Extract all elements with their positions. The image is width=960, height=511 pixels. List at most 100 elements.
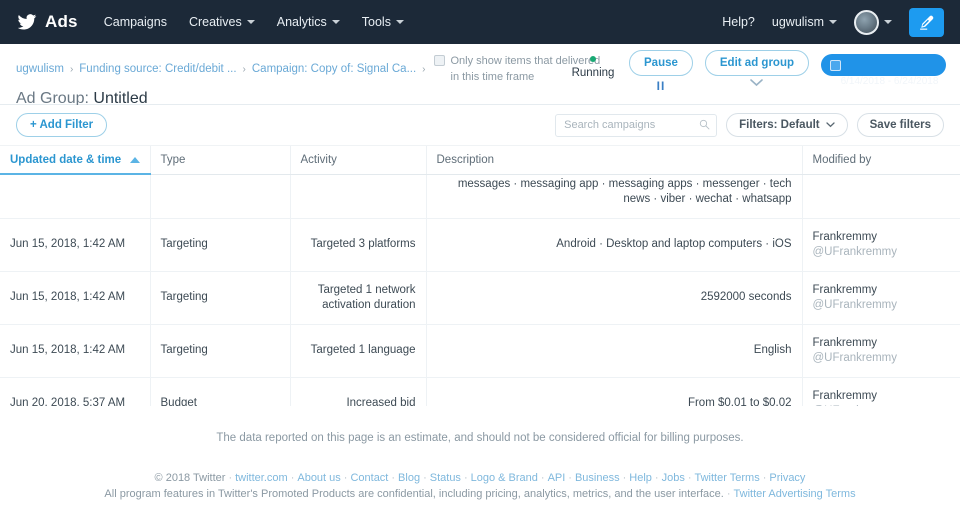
column-header-type-label: Type [160,154,186,167]
footer-copyright: © 2018 Twitter [154,472,226,484]
nav-item-tools[interactable]: Tools [362,15,404,29]
footer-legal-line: All program features in Twitter's Promot… [0,486,960,502]
nav-item-creatives-label: Creatives [188,15,242,29]
breadcrumb-item-funding-source[interactable]: Funding source: Credit/debit ... [79,63,236,75]
footer-legal-text: All program features in Twitter's Promot… [104,488,724,500]
date-range-button[interactable] [821,54,946,76]
cell-description: messages · messaging app · messaging app… [426,174,803,219]
footer-separator: · [687,472,692,484]
column-header-modified-by-label: Modified by [812,154,872,167]
chevron-down-icon [246,20,255,24]
footer-link-jobs[interactable]: Jobs [662,472,685,484]
table-body: messages · messaging app · messaging app… [0,174,960,406]
cell-description: Android · Desktop and laptop computers ·… [426,218,803,272]
nav-item-analytics[interactable]: Analytics [277,15,340,29]
chevron-down-icon [750,79,764,87]
filter-toolbar-right: Filters: Default Save filters [555,113,944,137]
column-header-updated-date-label: Updated date & time [10,154,122,166]
cell-modified-by-handle: @UFrankremmy [812,298,898,311]
table-row[interactable]: Jun 15, 2018, 1:42 AM Targeting Targeted… [0,271,960,325]
cell-modified-by: Frankremmy @UFrankremmy [802,377,960,406]
chevron-down-icon [829,20,837,24]
column-header-updated-date[interactable]: Updated date & time [0,146,151,175]
footer-link-api[interactable]: API [548,472,566,484]
cell-date: Jun 15, 2018, 1:42 AM [0,218,151,272]
top-navigation-bar: Ads Campaigns Creatives Analytics Tools … [0,0,960,44]
breadcrumb-separator-icon: › [242,63,246,75]
cell-date [0,174,151,219]
date-range-sublabel: 6/14/2018 - 6/24/2018 [840,76,939,87]
nav-right-group: Help? ugwulism [722,7,944,37]
column-header-description[interactable]: Description [426,146,803,175]
help-label: Help? [722,15,755,29]
sort-ascending-icon [129,157,140,163]
footer-link-help[interactable]: Help [629,472,652,484]
account-menu[interactable]: ugwulism [772,15,837,29]
cell-description: English [426,324,803,378]
table-row[interactable]: Jun 15, 2018, 1:42 AM Targeting Targeted… [0,218,960,272]
pause-button[interactable]: Pause [629,50,693,76]
cell-modified-by-handle: @UFrankremmy [812,245,898,258]
column-header-activity-label: Activity [300,154,337,167]
footer-link-twitter-terms[interactable]: Twitter Terms [695,472,760,484]
table-row[interactable]: Jun 15, 2018, 1:42 AM Targeting Targeted… [0,324,960,378]
footer-disclaimer: The data reported on this page is an est… [216,432,744,444]
footer-link-logo-brand[interactable]: Logo & Brand [471,472,538,484]
footer-link-status[interactable]: Status [430,472,461,484]
footer-separator: · [391,472,396,484]
cell-modified-by: Frankremmy @UFrankremmy [802,324,960,378]
brand-logo[interactable]: Ads [16,12,78,32]
footer-link-advertising-terms[interactable]: Twitter Advertising Terms [734,488,856,500]
footer-separator: · [726,488,731,500]
avatar [854,9,879,35]
chevron-down-icon [395,20,404,24]
search-input[interactable] [555,113,718,137]
footer-link-privacy[interactable]: Privacy [769,472,805,484]
footer-link-blog[interactable]: Blog [398,472,420,484]
breadcrumb-item-campaign[interactable]: Campaign: Copy of: Signal Ca... [252,63,416,75]
cell-type [150,174,291,219]
column-header-type[interactable]: Type [150,146,291,175]
footer-separator: · [463,472,468,484]
footer-separator: · [622,472,627,484]
footer-link-about-us[interactable]: About us [297,472,340,484]
brand-label: Ads [45,12,78,31]
filter-toolbar: + Add Filter Filters: Default Save filte… [0,105,960,146]
footer-separator: · [423,472,427,484]
delivered-filter-checkbox[interactable] [433,55,445,66]
search-field-wrapper [555,113,718,137]
cell-activity [290,174,427,219]
nav-item-creatives[interactable]: Creatives [189,15,255,29]
cell-activity: Targeted 1 language [290,324,427,378]
date-range-button-group: 6/14/2018 - 6/24/2018 [821,50,946,87]
footer-separator: · [654,472,659,484]
footer-link-business[interactable]: Business [575,472,620,484]
primary-nav: Campaigns Creatives Analytics Tools [104,15,404,29]
breadcrumb-item-account[interactable]: ugwulism [16,63,64,75]
nav-item-campaigns[interactable]: Campaigns [104,15,167,29]
footer-links: © 2018 Twitter · twitter.com · About us · Cont… [0,444,960,486]
table-header-row: Updated date & time Type Activity Descri… [0,146,960,175]
help-link[interactable]: Help? [722,15,755,29]
footer-link-contact[interactable]: Contact [350,472,388,484]
footer-link-twitter-com[interactable]: twitter.com [235,472,288,484]
chevron-down-icon [825,122,835,128]
table-row[interactable]: Jun 20, 2018, 5:37 AM Budget Increased b… [0,377,960,406]
delivered-filter-label-line2: in this time frame [450,71,535,83]
profile-menu[interactable] [854,9,892,35]
cell-modified-by-name: Frankremmy [812,283,878,296]
column-header-modified-by[interactable]: Modified by [802,146,960,175]
cell-modified-by-handle: @UFrankremmy [812,351,898,364]
add-filter-button[interactable]: + Add Filter [16,113,108,137]
column-header-activity[interactable]: Activity [290,146,427,175]
table-row[interactable]: messages · messaging app · messaging app… [0,174,960,219]
filters-dropdown-button[interactable]: Filters: Default [726,113,848,137]
twitter-bird-icon [17,14,37,30]
compose-button[interactable] [909,7,944,37]
cell-date: Jun 15, 2018, 1:42 AM [0,271,151,325]
cell-modified-by [802,174,960,219]
edit-ad-group-button[interactable]: Edit ad group [704,50,809,76]
save-filters-button[interactable]: Save filters [856,113,944,137]
nav-item-tools-label: Tools [361,15,391,29]
cell-activity: Increased bid [290,377,427,406]
